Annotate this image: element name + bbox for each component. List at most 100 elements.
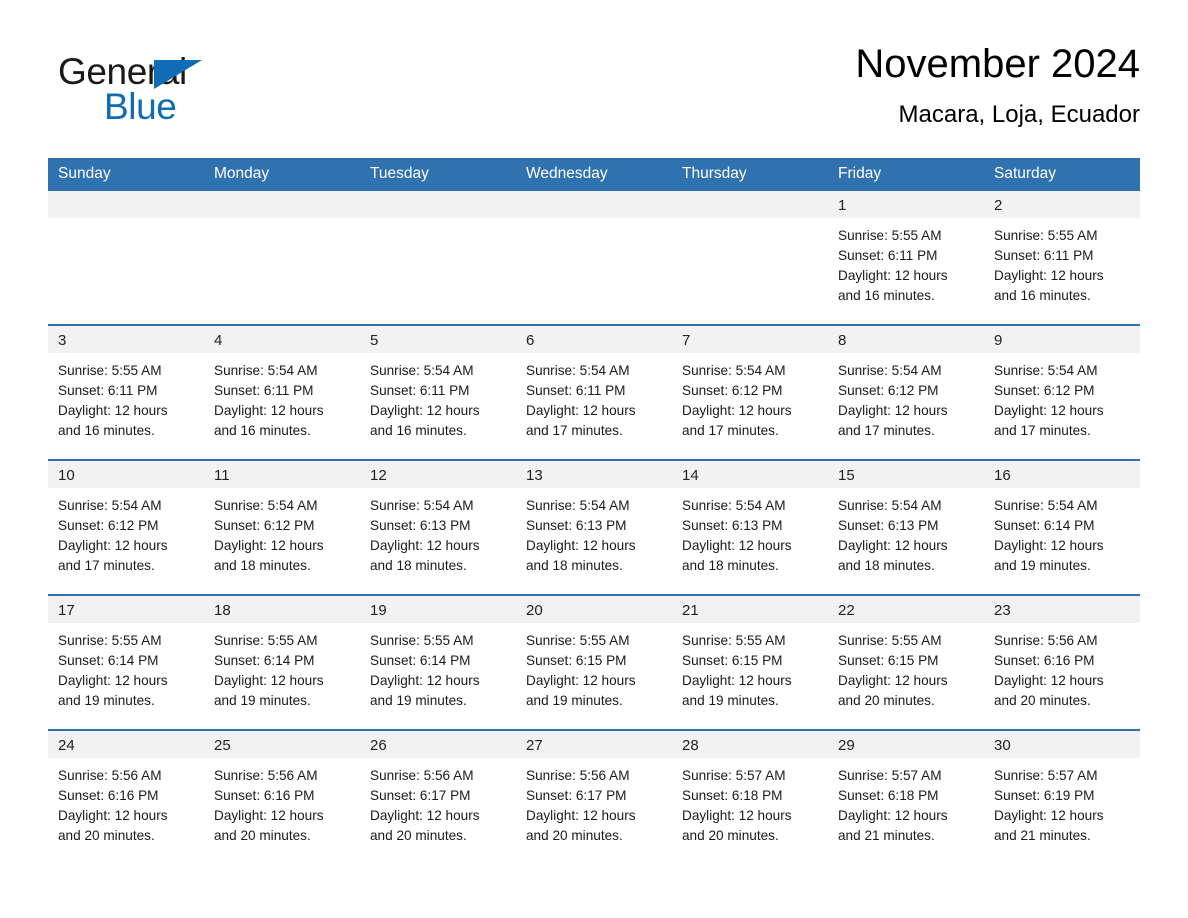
day-number: 2 [984, 191, 1140, 218]
day-number: 29 [828, 731, 984, 758]
calendar-page: General Blue November 2024 Macara, Loja,… [0, 0, 1188, 918]
calendar-day-cell[interactable]: 17 Sunrise: 5:55 AM Sunset: 6:14 PM Dayligh… [48, 596, 204, 729]
sunset-text: Sunset: 6:15 PM [838, 653, 939, 668]
sunrise-text: Sunrise: 5:55 AM [526, 633, 630, 648]
daylight-text-line1: Daylight: 12 hours [994, 403, 1104, 418]
sunrise-text: Sunrise: 5:54 AM [994, 498, 1098, 513]
daylight-text-line2: and 17 minutes. [58, 558, 155, 573]
day-details: Sunrise: 5:55 AM Sunset: 6:15 PM Daylight:… [828, 623, 984, 711]
day-details: Sunrise: 5:54 AM Sunset: 6:13 PM Daylight:… [516, 488, 672, 576]
calendar-day-cell[interactable]: 9 Sunrise: 5:54 AM Sunset: 6:12 PM Daylight… [984, 326, 1140, 459]
daylight-text-line1: Daylight: 12 hours [370, 808, 480, 823]
day-number: 15 [828, 461, 984, 488]
daylight-text-line2: and 19 minutes. [370, 693, 467, 708]
calendar-day-cell[interactable]: 15 Sunrise: 5:54 AM Sunset: 6:13 PM Dayligh… [828, 461, 984, 594]
sunrise-text: Sunrise: 5:54 AM [214, 363, 318, 378]
calendar-day-cell[interactable]: 22 Sunrise: 5:55 AM Sunset: 6:15 PM Dayligh… [828, 596, 984, 729]
weekday-header-thursday: Thursday [682, 165, 747, 182]
day-number: 17 [48, 596, 204, 623]
daylight-text-line1: Daylight: 12 hours [370, 403, 480, 418]
daylight-text-line2: and 20 minutes. [838, 693, 935, 708]
sunrise-text: Sunrise: 5:56 AM [994, 633, 1098, 648]
calendar-day-cell[interactable]: 20 Sunrise: 5:55 AM Sunset: 6:15 PM Dayligh… [516, 596, 672, 729]
calendar-grid: Sunday Monday Tuesday Wednesday Thursday… [48, 158, 1140, 864]
sunset-text: Sunset: 6:11 PM [838, 248, 938, 263]
day-number: 5 [360, 326, 516, 353]
sunset-text: Sunset: 6:12 PM [994, 383, 1095, 398]
calendar-day-cell[interactable]: 24 Sunrise: 5:56 AM Sunset: 6:16 PM Dayligh… [48, 731, 204, 864]
day-details: Sunrise: 5:54 AM Sunset: 6:11 PM Daylight:… [516, 353, 672, 441]
sunrise-text: Sunrise: 5:54 AM [682, 498, 786, 513]
calendar-day-cell[interactable]: 18 Sunrise: 5:55 AM Sunset: 6:14 PM Dayligh… [204, 596, 360, 729]
daylight-text-line1: Daylight: 12 hours [838, 268, 948, 283]
daylight-text-line1: Daylight: 12 hours [526, 538, 636, 553]
weekday-header-wednesday: Wednesday [526, 165, 608, 182]
calendar-day-cell[interactable]: 1 Sunrise: 5:55 AM Sunset: 6:11 PM Daylight… [828, 191, 984, 324]
daylight-text-line1: Daylight: 12 hours [838, 808, 948, 823]
calendar-day-cell[interactable]: 3 Sunrise: 5:55 AM Sunset: 6:11 PM Daylight… [48, 326, 204, 459]
calendar-day-cell[interactable]: 13 Sunrise: 5:54 AM Sunset: 6:13 PM Dayligh… [516, 461, 672, 594]
daylight-text-line1: Daylight: 12 hours [994, 673, 1104, 688]
day-details: Sunrise: 5:54 AM Sunset: 6:12 PM Daylight:… [672, 353, 828, 441]
calendar-day-cell[interactable]: 12 Sunrise: 5:54 AM Sunset: 6:13 PM Dayligh… [360, 461, 516, 594]
calendar-week-row: 17 Sunrise: 5:55 AM Sunset: 6:14 PM Dayligh… [48, 594, 1140, 729]
calendar-day-cell-empty [204, 191, 360, 324]
daylight-text-line1: Daylight: 12 hours [838, 538, 948, 553]
day-number: 21 [672, 596, 828, 623]
day-details: Sunrise: 5:54 AM Sunset: 6:11 PM Daylight:… [360, 353, 516, 441]
daylight-text-line2: and 16 minutes. [994, 288, 1091, 303]
sunset-text: Sunset: 6:17 PM [526, 788, 627, 803]
daylight-text-line2: and 19 minutes. [682, 693, 779, 708]
calendar-day-cell[interactable]: 16 Sunrise: 5:54 AM Sunset: 6:14 PM Dayligh… [984, 461, 1140, 594]
calendar-day-cell[interactable]: 8 Sunrise: 5:54 AM Sunset: 6:12 PM Daylight… [828, 326, 984, 459]
day-number: 27 [516, 731, 672, 758]
day-details: Sunrise: 5:57 AM Sunset: 6:18 PM Daylight:… [672, 758, 828, 846]
calendar-day-cell[interactable]: 6 Sunrise: 5:54 AM Sunset: 6:11 PM Daylight… [516, 326, 672, 459]
day-details: Sunrise: 5:55 AM Sunset: 6:14 PM Daylight:… [48, 623, 204, 711]
calendar-day-cell[interactable]: 26 Sunrise: 5:56 AM Sunset: 6:17 PM Dayligh… [360, 731, 516, 864]
calendar-day-cell[interactable]: 2 Sunrise: 5:55 AM Sunset: 6:11 PM Daylight… [984, 191, 1140, 324]
calendar-day-cell[interactable]: 11 Sunrise: 5:54 AM Sunset: 6:12 PM Dayligh… [204, 461, 360, 594]
day-number: 6 [516, 326, 672, 353]
calendar-day-cell[interactable]: 7 Sunrise: 5:54 AM Sunset: 6:12 PM Daylight… [672, 326, 828, 459]
sunrise-text: Sunrise: 5:56 AM [58, 768, 162, 783]
daylight-text-line2: and 18 minutes. [370, 558, 467, 573]
sunset-text: Sunset: 6:11 PM [58, 383, 158, 398]
daylight-text-line2: and 19 minutes. [526, 693, 623, 708]
day-details: Sunrise: 5:54 AM Sunset: 6:13 PM Daylight:… [672, 488, 828, 576]
day-details: Sunrise: 5:54 AM Sunset: 6:12 PM Daylight:… [828, 353, 984, 441]
calendar-day-cell[interactable]: 4 Sunrise: 5:54 AM Sunset: 6:11 PM Daylight… [204, 326, 360, 459]
sunrise-text: Sunrise: 5:54 AM [838, 363, 942, 378]
calendar-day-cell[interactable]: 14 Sunrise: 5:54 AM Sunset: 6:13 PM Dayligh… [672, 461, 828, 594]
daylight-text-line1: Daylight: 12 hours [214, 403, 324, 418]
calendar-day-cell[interactable]: 25 Sunrise: 5:56 AM Sunset: 6:16 PM Dayligh… [204, 731, 360, 864]
sunrise-text: Sunrise: 5:55 AM [370, 633, 474, 648]
calendar-day-cell[interactable]: 10 Sunrise: 5:54 AM Sunset: 6:12 PM Dayligh… [48, 461, 204, 594]
daylight-text-line2: and 19 minutes. [214, 693, 311, 708]
weekday-header-row: Sunday Monday Tuesday Wednesday Thursday… [48, 158, 1140, 191]
calendar-day-cell[interactable]: 19 Sunrise: 5:55 AM Sunset: 6:14 PM Dayligh… [360, 596, 516, 729]
calendar-day-cell[interactable]: 5 Sunrise: 5:54 AM Sunset: 6:11 PM Daylight… [360, 326, 516, 459]
day-details: Sunrise: 5:55 AM Sunset: 6:15 PM Daylight:… [672, 623, 828, 711]
day-details: Sunrise: 5:57 AM Sunset: 6:19 PM Daylight:… [984, 758, 1140, 846]
calendar-day-cell[interactable]: 23 Sunrise: 5:56 AM Sunset: 6:16 PM Dayligh… [984, 596, 1140, 729]
sunset-text: Sunset: 6:17 PM [370, 788, 471, 803]
day-number [672, 191, 828, 218]
sunrise-text: Sunrise: 5:57 AM [682, 768, 786, 783]
day-number: 25 [204, 731, 360, 758]
calendar-day-cell[interactable]: 29 Sunrise: 5:57 AM Sunset: 6:18 PM Dayligh… [828, 731, 984, 864]
daylight-text-line1: Daylight: 12 hours [214, 673, 324, 688]
weekday-header-sunday: Sunday [58, 165, 111, 182]
day-details: Sunrise: 5:55 AM Sunset: 6:14 PM Daylight:… [204, 623, 360, 711]
day-number [360, 191, 516, 218]
calendar-day-cell[interactable]: 27 Sunrise: 5:56 AM Sunset: 6:17 PM Dayligh… [516, 731, 672, 864]
calendar-day-cell[interactable]: 21 Sunrise: 5:55 AM Sunset: 6:15 PM Dayligh… [672, 596, 828, 729]
day-number: 18 [204, 596, 360, 623]
calendar-day-cell[interactable]: 30 Sunrise: 5:57 AM Sunset: 6:19 PM Dayligh… [984, 731, 1140, 864]
day-number: 20 [516, 596, 672, 623]
weekday-header-friday: Friday [838, 165, 882, 182]
generalblue-logo[interactable]: General Blue [58, 52, 318, 144]
daylight-text-line1: Daylight: 12 hours [370, 538, 480, 553]
calendar-day-cell[interactable]: 28 Sunrise: 5:57 AM Sunset: 6:18 PM Dayligh… [672, 731, 828, 864]
day-details: Sunrise: 5:54 AM Sunset: 6:12 PM Daylight:… [204, 488, 360, 576]
